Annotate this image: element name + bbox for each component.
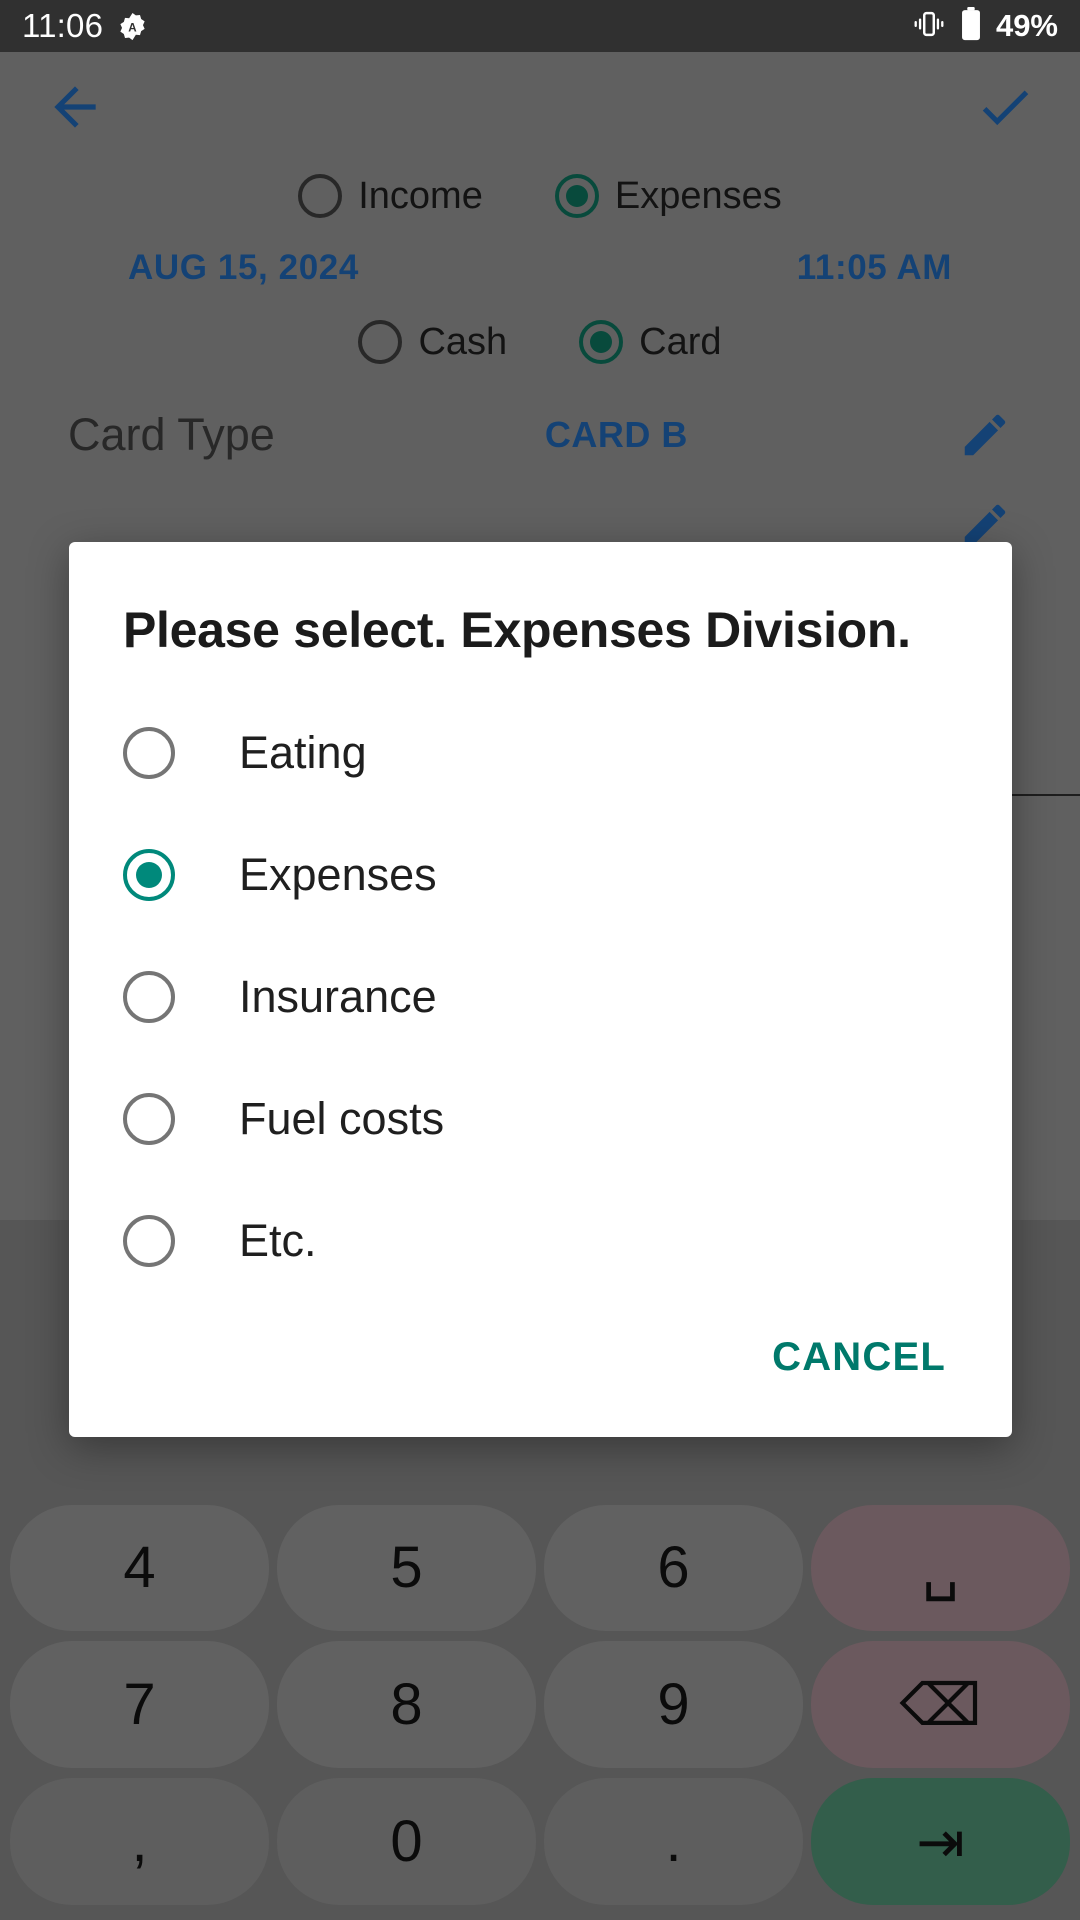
cancel-button[interactable]: CANCEL [754,1321,964,1394]
dialog-option-fuel-costs[interactable]: Fuel costs [69,1058,1012,1180]
dialog-option-label-eating: Eating [239,726,367,778]
battery-percentage: 49% [995,8,1058,43]
dialog-option-label-insurance: Insurance [239,970,437,1022]
vibrate-icon [912,9,946,44]
dialog-option-expenses[interactable]: Expenses [69,814,1012,936]
radio-button-fuel-costs[interactable] [123,1092,175,1145]
app-alert-icon: A [117,11,148,42]
status-bar: 11:06 A 49% [0,0,1080,52]
dialog-options-list: Eating Expenses Insurance Fuel costs Etc… [69,660,1012,1318]
dialog-option-label-expenses: Expenses [239,848,437,900]
dialog-option-eating[interactable]: Eating [69,692,1012,814]
dialog-option-insurance[interactable]: Insurance [69,936,1012,1058]
phone-screen: Income Expenses AUG 15, 2024 11:05 AM Ca… [0,0,1080,1920]
dialog-option-label-fuel-costs: Fuel costs [239,1092,445,1144]
dialog-title: Please select. Expenses Division. [123,602,911,658]
dialog-actions: CANCEL [69,1317,1012,1437]
radio-button-expenses-option[interactable] [123,848,175,901]
status-bar-left: 11:06 A [22,7,148,45]
radio-button-eating[interactable] [123,726,175,779]
battery-icon [960,6,982,46]
dialog-option-label-etc: Etc. [239,1214,317,1266]
radio-button-insurance[interactable] [123,970,175,1023]
expenses-division-dialog: Please select. Expenses Division. Eating… [69,542,1012,1437]
svg-text:A: A [128,21,137,34]
dialog-option-etc[interactable]: Etc. [69,1180,1012,1302]
status-clock: 11:06 [22,7,104,44]
radio-button-etc[interactable] [123,1214,175,1267]
status-bar-right: 49% [912,6,1058,46]
